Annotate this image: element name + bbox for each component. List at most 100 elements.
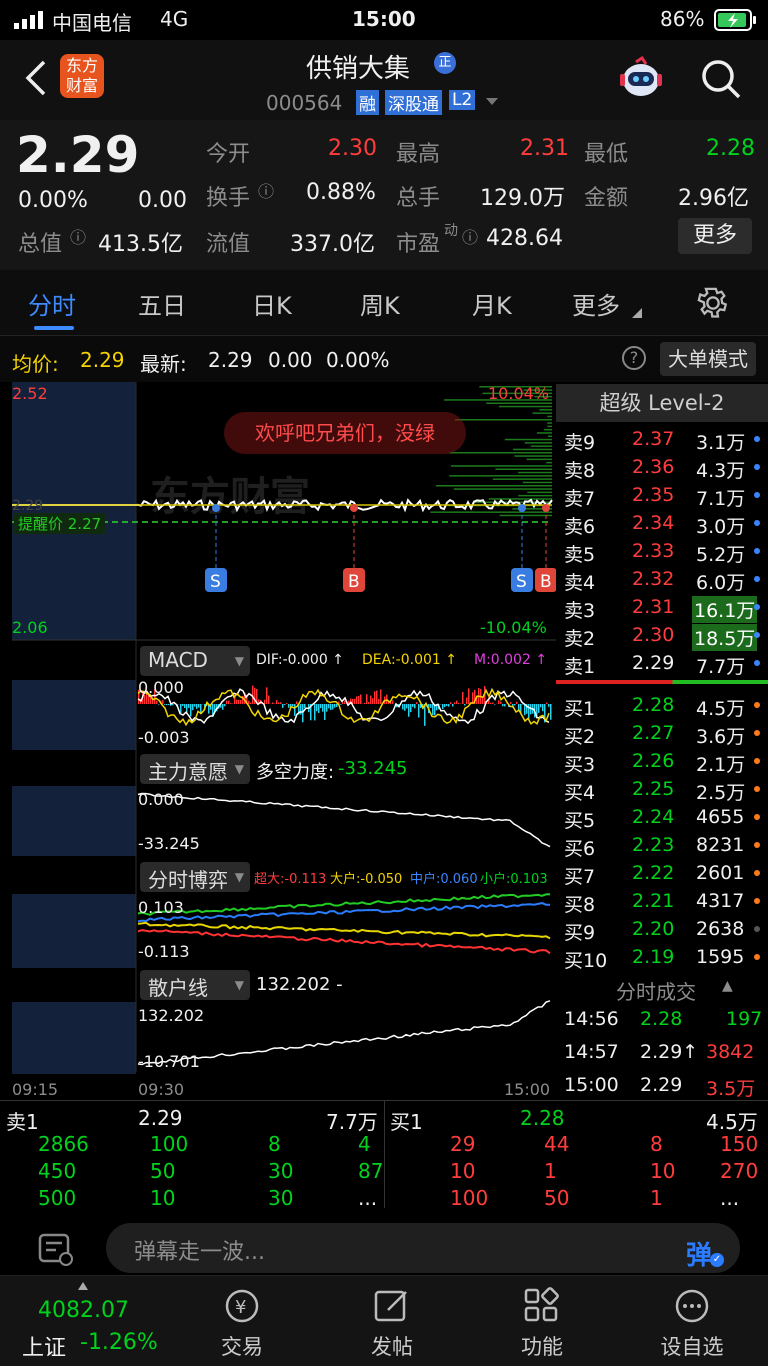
back-icon[interactable] xyxy=(24,60,48,96)
nav-trade[interactable]: ¥ 交易 xyxy=(192,1286,292,1361)
robot-assistant-icon[interactable] xyxy=(616,56,666,104)
down-limit-pct: -10.04% xyxy=(480,618,547,637)
macd-bar xyxy=(364,702,366,704)
nav-post[interactable]: 发帖 xyxy=(342,1286,442,1361)
danmu-toggle-button[interactable]: 弹 ✓ xyxy=(686,1235,726,1271)
bid-row[interactable]: 买4 2.25 2.5万 xyxy=(556,776,768,804)
bid-row[interactable]: 买7 2.22 2601 xyxy=(556,860,768,888)
bid-row[interactable]: 买10 2.19 1595 xyxy=(556,944,768,972)
index-name[interactable]: 上证 xyxy=(22,1330,66,1362)
ask-row[interactable]: 卖5 2.33 5.2万 xyxy=(556,538,768,566)
queue-sell-cell: 30 xyxy=(268,1186,294,1210)
big-order-mode-button[interactable]: 大单模式 xyxy=(660,342,756,376)
queue-sell-cell: 100 xyxy=(150,1132,189,1156)
macd-bar xyxy=(272,702,274,704)
tag-margin: 融 xyxy=(356,90,379,115)
level2-title[interactable]: 超级 Level-2 xyxy=(556,384,768,422)
danmu-input[interactable]: 弹幕走一波... xyxy=(106,1223,740,1273)
tab-more[interactable]: 更多 xyxy=(572,286,620,321)
bid-volume: 2.1万 xyxy=(696,754,746,776)
collapse-icon[interactable]: ▲ xyxy=(722,978,733,994)
nav-add-watchlist[interactable]: 设自选 xyxy=(642,1286,742,1361)
ask-row[interactable]: 卖3 2.31 16.1万 xyxy=(556,594,768,623)
macd-bar xyxy=(456,700,458,704)
macd-bar xyxy=(326,704,328,712)
chart-watermark: 东方财富 xyxy=(150,474,310,520)
mid-price-label: 2.29 xyxy=(12,498,44,514)
order-depth-bar xyxy=(532,412,552,414)
bid-row[interactable]: 买1 2.28 4.5万 xyxy=(556,692,768,720)
float-value: 337.0亿 xyxy=(290,232,375,257)
bid-row[interactable]: 买6 2.23 8231 xyxy=(556,832,768,860)
bid-row[interactable]: 买5 2.24 4655 xyxy=(556,804,768,832)
macd-bar xyxy=(330,704,332,711)
more-button[interactable]: 更多 xyxy=(678,218,752,254)
expand-icon[interactable] xyxy=(78,1282,88,1290)
low-value: 2.28 xyxy=(706,136,755,161)
macd-bar xyxy=(372,698,374,704)
bid-row[interactable]: 买3 2.26 2.1万 xyxy=(556,748,768,776)
ask-row[interactable]: 卖8 2.36 4.3万 xyxy=(556,454,768,482)
bid-row[interactable]: 买8 2.21 4317 xyxy=(556,888,768,916)
ask-price: 2.30 xyxy=(632,624,675,646)
marker-label: B xyxy=(540,572,552,592)
info-icon[interactable]: ⓘ xyxy=(70,224,86,248)
macd-bar xyxy=(340,704,342,705)
ask-volume: 3.0万 xyxy=(696,516,746,538)
tab-five-day[interactable]: 五日 xyxy=(138,286,186,321)
danmu-bubble: 欢呼吧兄弟们，没绿 xyxy=(224,412,466,454)
bid-volume: 4.5万 xyxy=(696,698,746,720)
tab-weekly-k[interactable]: 周K xyxy=(360,286,400,321)
macd-bar xyxy=(528,704,530,719)
index-value[interactable]: 4082.07 xyxy=(38,1298,129,1323)
macd-bar xyxy=(430,704,432,709)
tab-monthly-k[interactable]: 月K xyxy=(472,286,512,321)
ask-row[interactable]: 卖1 2.29 7.7万 xyxy=(556,650,768,678)
ask-row[interactable]: 卖6 2.34 3.0万 xyxy=(556,510,768,538)
tab-intraday[interactable]: 分时 xyxy=(28,286,76,321)
search-icon[interactable] xyxy=(700,58,742,100)
info-icon[interactable]: ⓘ xyxy=(462,224,478,248)
retail-value: 132.202 - xyxy=(256,974,343,995)
force-bottom: -33.245 xyxy=(138,834,200,853)
macd-bar xyxy=(166,704,168,706)
bid-row[interactable]: 买2 2.27 3.6万 xyxy=(556,720,768,748)
macd-selector[interactable]: MACD ▼ xyxy=(140,646,250,676)
danmu-bar: 弹幕走一波... 弹 ✓ xyxy=(0,1215,768,1275)
settings-gear-icon[interactable] xyxy=(696,286,730,320)
macd-bar xyxy=(462,691,464,704)
ask-row[interactable]: 卖4 2.32 6.0万 xyxy=(556,566,768,594)
main-intent-selector[interactable]: 主力意愿 ▼ xyxy=(140,754,250,784)
bid-price: 2.23 xyxy=(632,834,675,856)
bid-row[interactable]: 买9 2.20 2638 xyxy=(556,916,768,944)
macd-bar xyxy=(194,704,196,707)
bid-dot xyxy=(754,758,760,764)
tab-daily-k[interactable]: 日K xyxy=(252,286,292,321)
retail-line-selector[interactable]: 散户线 ▼ xyxy=(140,970,250,1000)
danmu-settings-icon[interactable] xyxy=(38,1233,74,1267)
ask-row[interactable]: 卖2 2.30 18.5万 xyxy=(556,622,768,651)
order-depth-bar xyxy=(536,432,552,434)
order-depth-bar xyxy=(547,425,552,428)
ask-row[interactable]: 卖9 2.37 3.1万 xyxy=(556,426,768,454)
nav-functions[interactable]: 功能 xyxy=(492,1286,592,1361)
game-selector[interactable]: 分时博弈 ▼ xyxy=(140,862,250,892)
ask-row[interactable]: 卖7 2.35 7.1万 xyxy=(556,482,768,510)
macd-bar xyxy=(162,700,164,704)
bid-price: 2.22 xyxy=(632,862,675,884)
bid-volume: 1595 xyxy=(696,946,745,968)
tag-level2: L2 xyxy=(449,90,476,110)
help-icon[interactable]: ? xyxy=(622,346,646,370)
macd-bar xyxy=(296,701,298,704)
retail-bottom: -10.701 xyxy=(138,1052,200,1071)
price-summary-line: 均价: 2.29 最新: 2.29 0.00 0.00% ? 大单模式 xyxy=(0,336,768,382)
chevron-down-icon[interactable] xyxy=(486,98,498,106)
info-icon[interactable]: ⓘ xyxy=(258,178,274,202)
index-pct[interactable]: -1.26% xyxy=(80,1330,158,1355)
macd-bar xyxy=(226,700,228,704)
macd-bar xyxy=(168,704,170,706)
macd-bar xyxy=(454,702,456,704)
queue-buy-label: 买1 xyxy=(390,1110,423,1134)
carrier: 中国电信 xyxy=(52,11,132,35)
queue-buy-cell: ... xyxy=(720,1186,740,1210)
